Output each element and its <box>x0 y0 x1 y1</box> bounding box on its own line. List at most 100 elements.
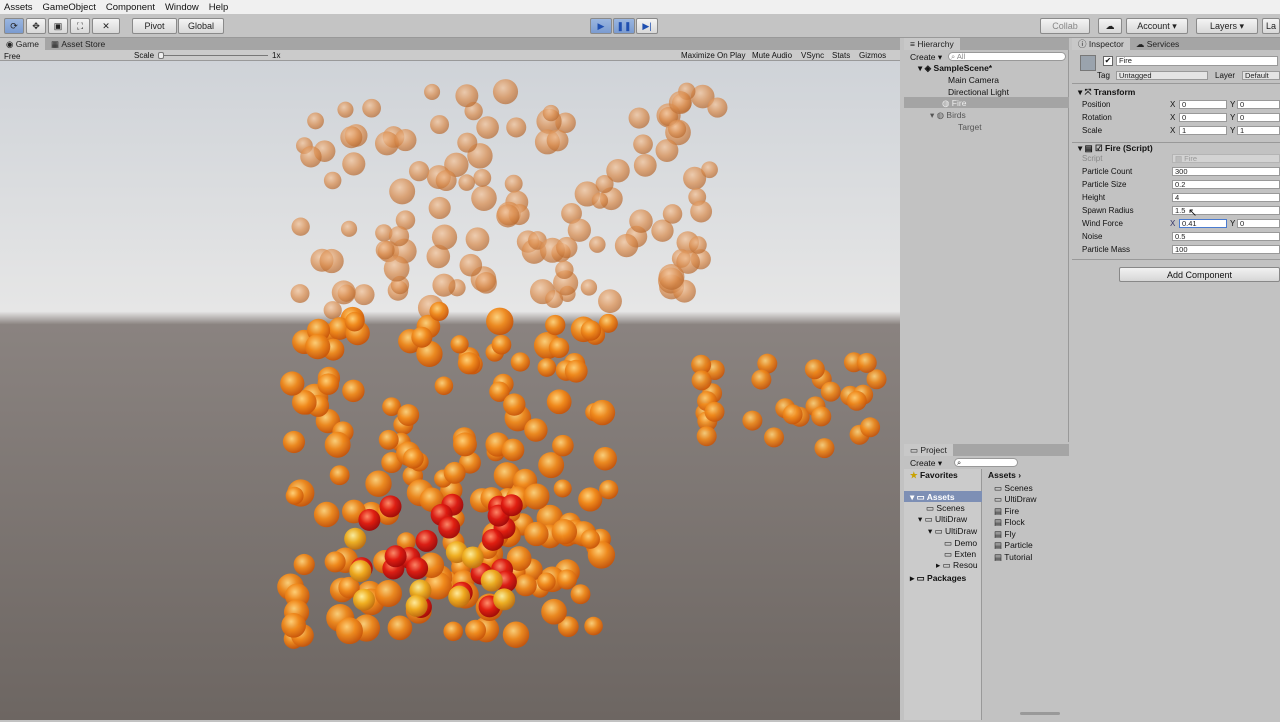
hierarchy-search-input[interactable]: ⌕ All <box>948 52 1066 61</box>
prop-1-field[interactable]: 0.2 <box>1172 180 1280 189</box>
vsync-toggle[interactable]: VSync <box>801 51 824 60</box>
scale-slider[interactable] <box>158 55 268 56</box>
prop-5-field[interactable]: 0.5 <box>1172 232 1280 241</box>
script-header[interactable]: ▾ ▤ ☑ Fire (Script) <box>1078 143 1153 154</box>
project-breadcrumb[interactable]: Assets › <box>988 470 1021 480</box>
particle <box>701 161 718 179</box>
layout-dropdown[interactable]: La <box>1262 18 1280 34</box>
hierarchy-item-target[interactable]: Target <box>958 122 982 132</box>
tree-item-ultidraw-sub[interactable]: ▾ ▭ UltiDraw <box>928 526 977 537</box>
cloud-icon: ☁ <box>1105 20 1115 31</box>
file-flock[interactable]: ▤ Flock <box>994 517 1025 528</box>
tab-inspector[interactable]: ⓘ Inspector <box>1072 38 1130 50</box>
particle <box>555 260 574 280</box>
tab-hierarchy[interactable]: ≡ Hierarchy <box>904 38 960 50</box>
step-button[interactable]: ▶| <box>636 18 658 34</box>
tree-item-demo[interactable]: ▭ Demo <box>944 538 977 549</box>
assets-item[interactable]: ▾ ▭ Assets <box>910 492 955 503</box>
menu-assets[interactable]: Assets <box>4 2 33 13</box>
menu-help[interactable]: Help <box>209 2 229 13</box>
stats-toggle[interactable]: Stats <box>832 51 850 60</box>
transform-0-y[interactable]: 0 <box>1237 100 1280 109</box>
maximize-on-play-toggle[interactable]: Maximize On Play <box>681 51 745 60</box>
collab-button[interactable]: Collab <box>1040 18 1090 34</box>
particle <box>481 528 504 551</box>
particle <box>331 280 356 305</box>
transform-2-y[interactable]: 1 <box>1237 126 1280 135</box>
file-particle[interactable]: ▤ Particle <box>994 540 1033 551</box>
script-enabled-checkbox[interactable]: ☑ <box>1095 143 1105 153</box>
prop-4-x[interactable]: 0.41 <box>1179 219 1227 228</box>
menu-component[interactable]: Component <box>106 2 155 13</box>
tag-dropdown[interactable]: Untagged <box>1116 71 1208 80</box>
tab-project[interactable]: ▭ Project <box>904 444 953 456</box>
menu-gameobject[interactable]: GameObject <box>43 2 96 13</box>
particle <box>378 429 399 450</box>
prop-5-label: Noise <box>1082 232 1103 241</box>
transform-1-y[interactable]: 0 <box>1237 113 1280 122</box>
rect-tool-button[interactable]: ▣ <box>48 18 68 34</box>
hierarchy-create-button[interactable]: Create ▾ <box>910 52 942 63</box>
hand-tool-button[interactable]: ⟳ <box>4 18 24 34</box>
tree-item-scenes[interactable]: ▭ Scenes <box>926 503 965 514</box>
particle <box>492 79 519 105</box>
particle <box>435 170 457 192</box>
file-fire[interactable]: ▤ Fire <box>994 506 1019 517</box>
mute-audio-toggle[interactable]: Mute Audio <box>752 51 792 60</box>
transform-0-x[interactable]: 0 <box>1179 100 1227 109</box>
file-tutorial[interactable]: ▤ Tutorial <box>994 552 1032 563</box>
custom-tool-button[interactable]: ✕ <box>92 18 120 34</box>
tree-item-ultidraw[interactable]: ▾ ▭ UltiDraw <box>918 514 967 525</box>
pause-button[interactable]: ❚❚ <box>613 18 635 34</box>
prop-2-field[interactable]: 4 <box>1172 193 1280 202</box>
file-scenes[interactable]: ▭ Scenes <box>994 483 1033 494</box>
particle <box>502 621 530 648</box>
layers-dropdown[interactable]: Layers ▾ <box>1196 18 1258 34</box>
particle <box>860 417 881 438</box>
move-tool-button[interactable]: ✥ <box>26 18 46 34</box>
scene-item[interactable]: ▾ ◈ SampleScene* <box>918 63 992 74</box>
scale-tool-button[interactable]: ⛶ <box>70 18 90 34</box>
prop-4-y[interactable]: 0 <box>1237 219 1280 228</box>
tab-services[interactable]: ☁ Services <box>1130 38 1185 50</box>
packages-item[interactable]: ▸ ▭ Packages <box>910 573 966 584</box>
hierarchy-item-directional-light[interactable]: Directional Light <box>948 87 1009 97</box>
game-view[interactable] <box>0 61 900 720</box>
transform-header[interactable]: ▾ ⤧ Transform <box>1078 87 1135 98</box>
play-button[interactable]: ▶ <box>590 18 612 34</box>
scale-slider-handle[interactable] <box>158 52 164 59</box>
pivot-button[interactable]: Pivot <box>132 18 177 34</box>
global-button[interactable]: Global <box>178 18 224 34</box>
particle <box>545 314 566 336</box>
tab-game[interactable]: ◉ Game <box>0 38 45 50</box>
file-ultidraw[interactable]: ▭ UltiDraw <box>994 494 1037 505</box>
folder-icon: ▭ <box>994 483 1005 493</box>
cloud-button[interactable]: ☁ <box>1098 18 1122 34</box>
project-create-button[interactable]: Create ▾ <box>910 458 942 469</box>
hierarchy-item-fire[interactable]: ◍ Fire <box>942 98 966 109</box>
transform-2-x[interactable]: 1 <box>1179 126 1227 135</box>
prop-6-field[interactable]: 100 <box>1172 245 1280 254</box>
tab-asset-store[interactable]: ▦ Asset Store <box>45 38 111 50</box>
icon-size-slider[interactable] <box>1020 712 1060 715</box>
prop-0-field[interactable]: 300 <box>1172 167 1280 176</box>
particle <box>655 139 679 162</box>
particle <box>362 98 381 118</box>
script-icon: ▤ <box>994 552 1005 562</box>
add-component-button[interactable]: Add Component <box>1119 267 1280 282</box>
hierarchy-item-birds[interactable]: ▾ ◍ Birds <box>930 110 966 121</box>
account-dropdown[interactable]: Account ▾ <box>1126 18 1188 34</box>
active-checkbox[interactable]: ✔ <box>1103 56 1113 66</box>
particle <box>751 369 772 390</box>
favorites-item[interactable]: ★ Favorites <box>910 470 958 481</box>
layer-dropdown[interactable]: Default <box>1242 71 1280 80</box>
tree-item-exten[interactable]: ▭ Exten <box>944 549 976 560</box>
tree-item-resou[interactable]: ▸ ▭ Resou <box>936 560 978 571</box>
transform-1-x[interactable]: 0 <box>1179 113 1227 122</box>
hierarchy-item-main-camera[interactable]: Main Camera <box>948 75 999 85</box>
gizmos-dropdown[interactable]: Gizmos <box>859 51 886 60</box>
object-name-field[interactable]: Fire <box>1116 56 1278 66</box>
menu-window[interactable]: Window <box>165 2 199 13</box>
project-search-input[interactable]: ⌕ <box>954 458 1018 467</box>
file-fly[interactable]: ▤ Fly <box>994 529 1016 540</box>
